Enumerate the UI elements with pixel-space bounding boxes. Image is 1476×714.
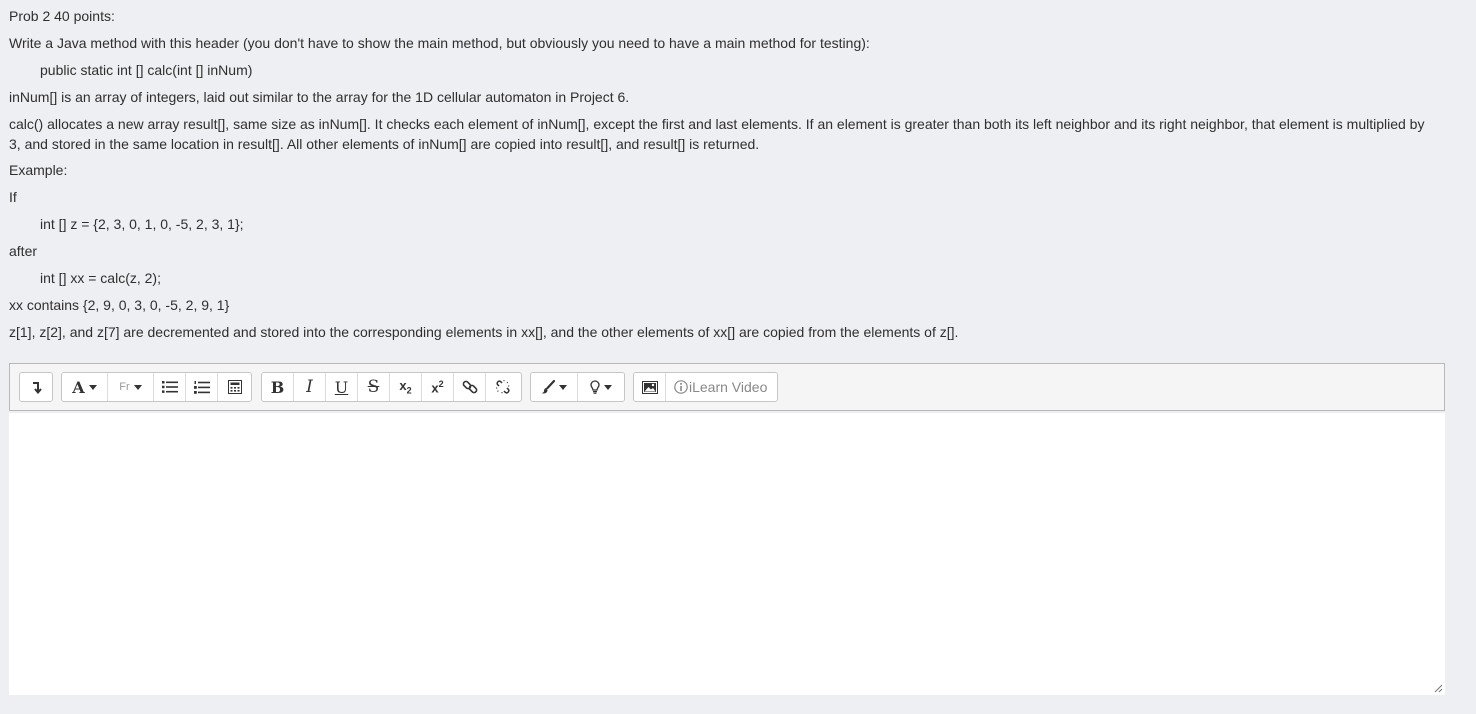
superscript-icon: x2 [431,378,444,396]
underline-button[interactable]: U [326,373,358,401]
subscript-icon: x2 [399,378,412,396]
after-label: after [9,243,38,259]
resize-handle-icon[interactable] [1433,683,1443,693]
lightbulb-icon [590,380,600,394]
font-family-icon: Fr [119,381,130,393]
unlink-button[interactable] [486,373,519,401]
toolbar-group-media: iLearn Video [633,372,778,402]
if-label: If [9,189,17,205]
toolbar-toggle-icon [33,382,42,394]
chevron-down-icon [133,384,142,390]
ilearn-video-button[interactable]: iLearn Video [666,373,777,401]
chevron-down-icon [88,384,97,390]
chevron-down-icon [559,384,567,390]
image-icon [641,380,658,394]
calculator-icon [227,380,242,394]
toolbar-group-format: A Fr [61,372,252,402]
ordered-list-button[interactable] [186,373,218,401]
bold-icon: B [270,377,285,397]
description-paragraph-2: calc() allocates a new array result[], s… [9,116,1425,152]
font-size-icon: A [72,377,85,397]
link-icon [462,380,477,394]
superscript-button[interactable]: x2 [422,373,454,401]
ordered-list-icon [193,380,210,394]
page: Prob 2 40 points: Write a Java method wi… [0,0,1476,714]
strikethrough-icon: S [367,377,380,397]
bold-button[interactable]: B [262,373,294,401]
link-button[interactable] [454,373,486,401]
question-title: Prob 2 40 points: [9,8,115,24]
font-size-button[interactable]: A [62,373,108,401]
ilearn-video-label: iLearn Video [689,379,768,395]
unordered-list-icon [161,381,178,393]
underline-icon: U [334,377,349,397]
toolbar-group-style: B I U S x2 x2 [261,372,522,402]
editor-toolbar: A Fr B I U S x2 x2 iLearn Video [9,363,1445,411]
method-header-code: public static int [] calc(int [] inNum) [40,62,253,78]
text-color-button[interactable] [531,373,578,401]
italic-button[interactable]: I [294,373,326,401]
info-icon [674,380,688,394]
answer-text-area[interactable] [9,413,1445,695]
equation-button[interactable] [218,373,251,401]
paintbrush-icon [541,380,555,394]
strikethrough-button[interactable]: S [358,373,390,401]
subscript-button[interactable]: x2 [390,373,422,401]
example-code-2: int [] xx = calc(z, 2); [40,270,161,286]
answer-editor: A Fr B I U S x2 x2 iLearn Video [9,363,1445,695]
italic-icon: I [306,377,313,397]
toolbar-toggle-button[interactable] [20,373,52,401]
example-result: xx contains {2, 9, 0, 3, 0, -5, 2, 9, 1} [9,297,230,313]
description-paragraph-1: inNum[] is an array of integers, laid ou… [9,89,630,105]
question-intro: Write a Java method with this header (yo… [9,35,870,51]
toolbar-group-color [530,372,625,402]
highlight-button[interactable] [578,373,624,401]
toolbar-group-collapse [19,372,53,402]
example-label: Example: [9,162,68,178]
unordered-list-button[interactable] [154,373,186,401]
insert-image-button[interactable] [634,373,666,401]
chevron-down-icon [604,384,612,390]
unlink-icon [495,380,510,394]
example-note: z[1], z[2], and z[7] are decremented and… [9,324,959,340]
example-code-1: int [] z = {2, 3, 0, 1, 0, -5, 2, 3, 1}; [40,216,244,232]
font-family-button[interactable]: Fr [108,373,154,401]
